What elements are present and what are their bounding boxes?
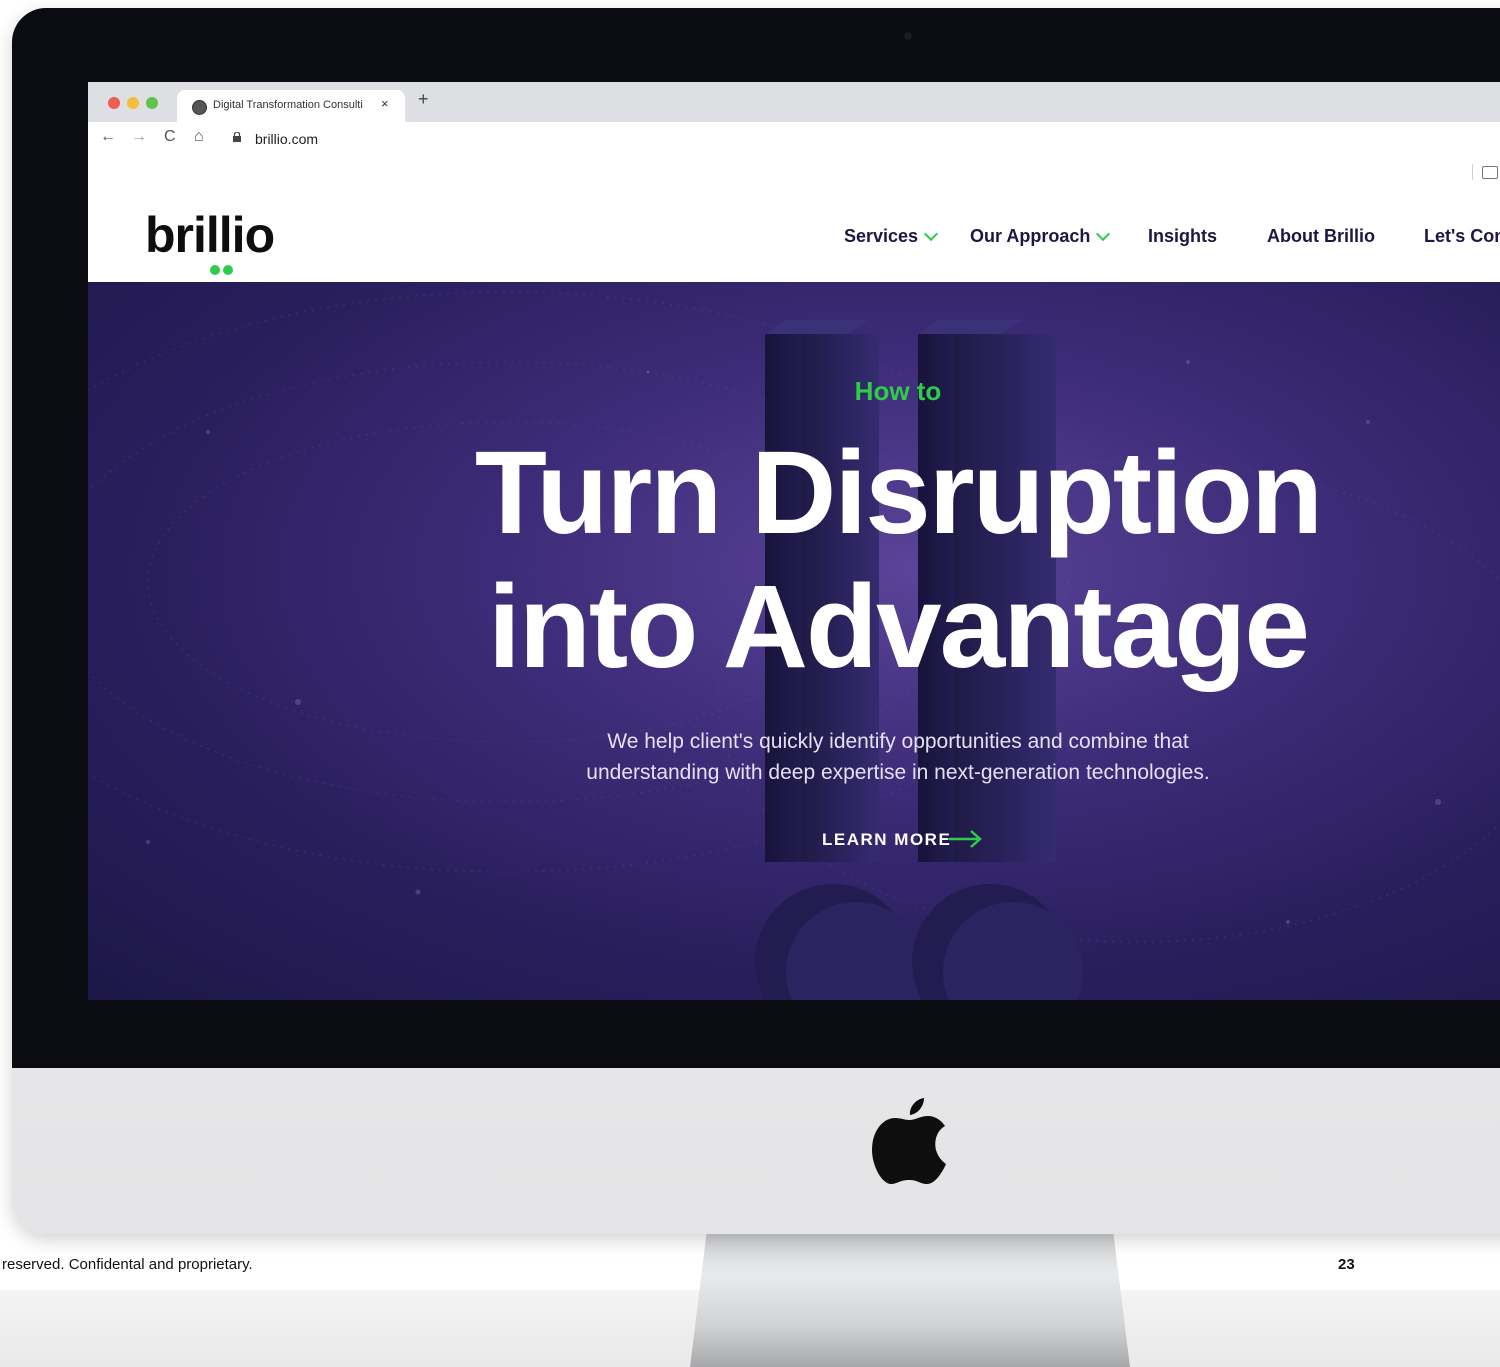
folder-icon[interactable] xyxy=(1482,166,1498,179)
hero-headline: Turn Disruption into Advantage xyxy=(88,426,1500,694)
chevron-down-icon xyxy=(924,226,939,242)
site-header: brillio Services Our Approach Insights A… xyxy=(88,188,1500,282)
monitor-bezel: Digital Transformation Consulti × + ← → … xyxy=(12,8,1500,1068)
bookmarks-bar xyxy=(88,156,1500,189)
nav-insights[interactable]: Insights xyxy=(1148,226,1217,247)
arrow-right-icon[interactable] xyxy=(948,829,984,849)
browser-tab[interactable]: Digital Transformation Consulti × xyxy=(177,90,405,122)
lock-icon xyxy=(233,132,241,142)
forward-arrow-icon[interactable]: → xyxy=(131,128,147,146)
slide-page-number: 23 xyxy=(1338,1256,1355,1273)
hero-headline-line1: Turn Disruption xyxy=(474,427,1323,559)
minimize-window-button[interactable] xyxy=(127,97,139,109)
back-arrow-icon[interactable]: ← xyxy=(100,128,116,146)
address-bar: ← → C ⌂ brillio.com xyxy=(88,122,1500,157)
browser-window: Digital Transformation Consulti × + ← → … xyxy=(88,82,1500,1000)
apple-logo-icon xyxy=(872,1098,946,1184)
nav-our-approach-label: Our Approach xyxy=(970,226,1091,246)
hero-eyebrow: How to xyxy=(854,376,942,406)
bookmarks-divider xyxy=(1472,164,1473,180)
favicon-icon xyxy=(192,100,207,115)
new-tab-button[interactable]: + xyxy=(418,89,429,110)
nav-about[interactable]: About Brillio xyxy=(1267,226,1375,247)
imac-stand xyxy=(690,1225,1130,1367)
reload-icon[interactable]: C xyxy=(164,128,176,146)
camera-icon xyxy=(904,32,912,40)
logo-dots-icon xyxy=(210,262,236,280)
brillio-logo[interactable]: brillio xyxy=(145,206,275,264)
hero-subtext-line2: understanding with deep expertise in nex… xyxy=(586,761,1210,784)
nav-services-label: Services xyxy=(844,226,919,246)
nav-our-approach[interactable]: Our Approach xyxy=(970,226,1111,247)
learn-more-button[interactable]: LEARN MORE xyxy=(822,830,951,850)
slide-footer-note: reserved. Confidental and proprietary. xyxy=(2,1256,253,1273)
hero-headline-line2: into Advantage xyxy=(488,561,1310,693)
chevron-down-icon xyxy=(1096,226,1111,242)
tab-bar: Digital Transformation Consulti × + xyxy=(88,82,1500,122)
tab-title: Digital Transformation Consulti xyxy=(213,99,363,111)
nav-services[interactable]: Services xyxy=(844,226,939,247)
maximize-window-button[interactable] xyxy=(146,97,158,109)
hero-subtext-line1: We help client's quickly identify opport… xyxy=(607,730,1189,753)
nav-connect[interactable]: Let's Conn xyxy=(1424,226,1500,247)
imac-monitor: Digital Transformation Consulti × + ← → … xyxy=(12,8,1500,1234)
hero-subtext: We help client's quickly identify opport… xyxy=(88,726,1500,788)
tab-close-icon[interactable]: × xyxy=(381,96,389,111)
url-input[interactable]: brillio.com xyxy=(255,131,318,147)
home-icon[interactable]: ⌂ xyxy=(194,128,204,146)
hero-banner: How to Turn Disruption into Advantage We… xyxy=(88,282,1500,1000)
close-window-button[interactable] xyxy=(108,97,120,109)
